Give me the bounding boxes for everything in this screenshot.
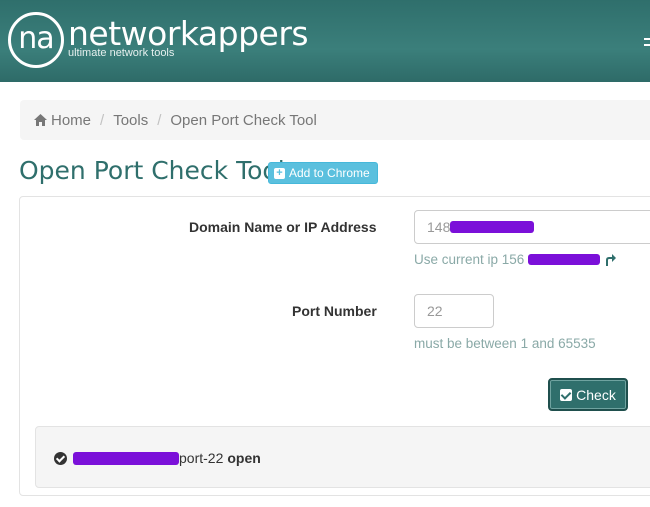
redaction-mark: [73, 451, 179, 465]
home-icon: [34, 114, 47, 126]
page-title: Open Port Check Tool: [19, 156, 285, 185]
use-current-ip-link[interactable]: Use current ip 156: [414, 252, 617, 267]
site-header: na networkappers ultimate network tools: [0, 0, 650, 82]
domain-label: Domain Name or IP Address: [189, 219, 377, 235]
brand-tagline: ultimate network tools: [68, 47, 175, 59]
redaction-mark: [528, 254, 601, 265]
port-label: Port Number: [292, 303, 377, 319]
breadcrumb-home[interactable]: Home: [51, 112, 91, 129]
result-line: port-22 open: [54, 450, 261, 466]
check-button[interactable]: Check: [548, 378, 628, 411]
logo-mark[interactable]: na: [8, 12, 64, 68]
add-to-chrome-label: Add to Chrome: [289, 166, 370, 180]
plus-square-icon: +: [274, 167, 285, 179]
check-square-icon: [560, 388, 573, 401]
domain-input[interactable]: 148: [414, 210, 650, 244]
reuse-arrow-icon: [606, 253, 617, 266]
check-button-label: Check: [576, 386, 616, 403]
breadcrumb-separator: /: [157, 111, 162, 129]
port-help-text: must be between 1 and 65535: [414, 336, 596, 351]
redaction-mark: [450, 221, 535, 233]
result-port: port-22: [179, 450, 224, 466]
menu-icon[interactable]: [644, 38, 650, 46]
breadcrumb: Home / Tools / Open Port Check Tool: [20, 100, 650, 140]
breadcrumb-separator: /: [100, 111, 105, 129]
check-circle-icon: [54, 451, 67, 465]
breadcrumb-current: Open Port Check Tool: [170, 111, 317, 129]
port-input[interactable]: 22: [414, 294, 494, 328]
add-to-chrome-button[interactable]: + Add to Chrome: [268, 162, 378, 184]
result-status: open: [227, 450, 261, 466]
port-input-value: 22: [427, 303, 443, 319]
domain-input-value: 148: [427, 219, 451, 235]
breadcrumb-tools[interactable]: Tools: [113, 112, 148, 129]
use-current-ip-text: Use current ip 156: [414, 252, 525, 267]
